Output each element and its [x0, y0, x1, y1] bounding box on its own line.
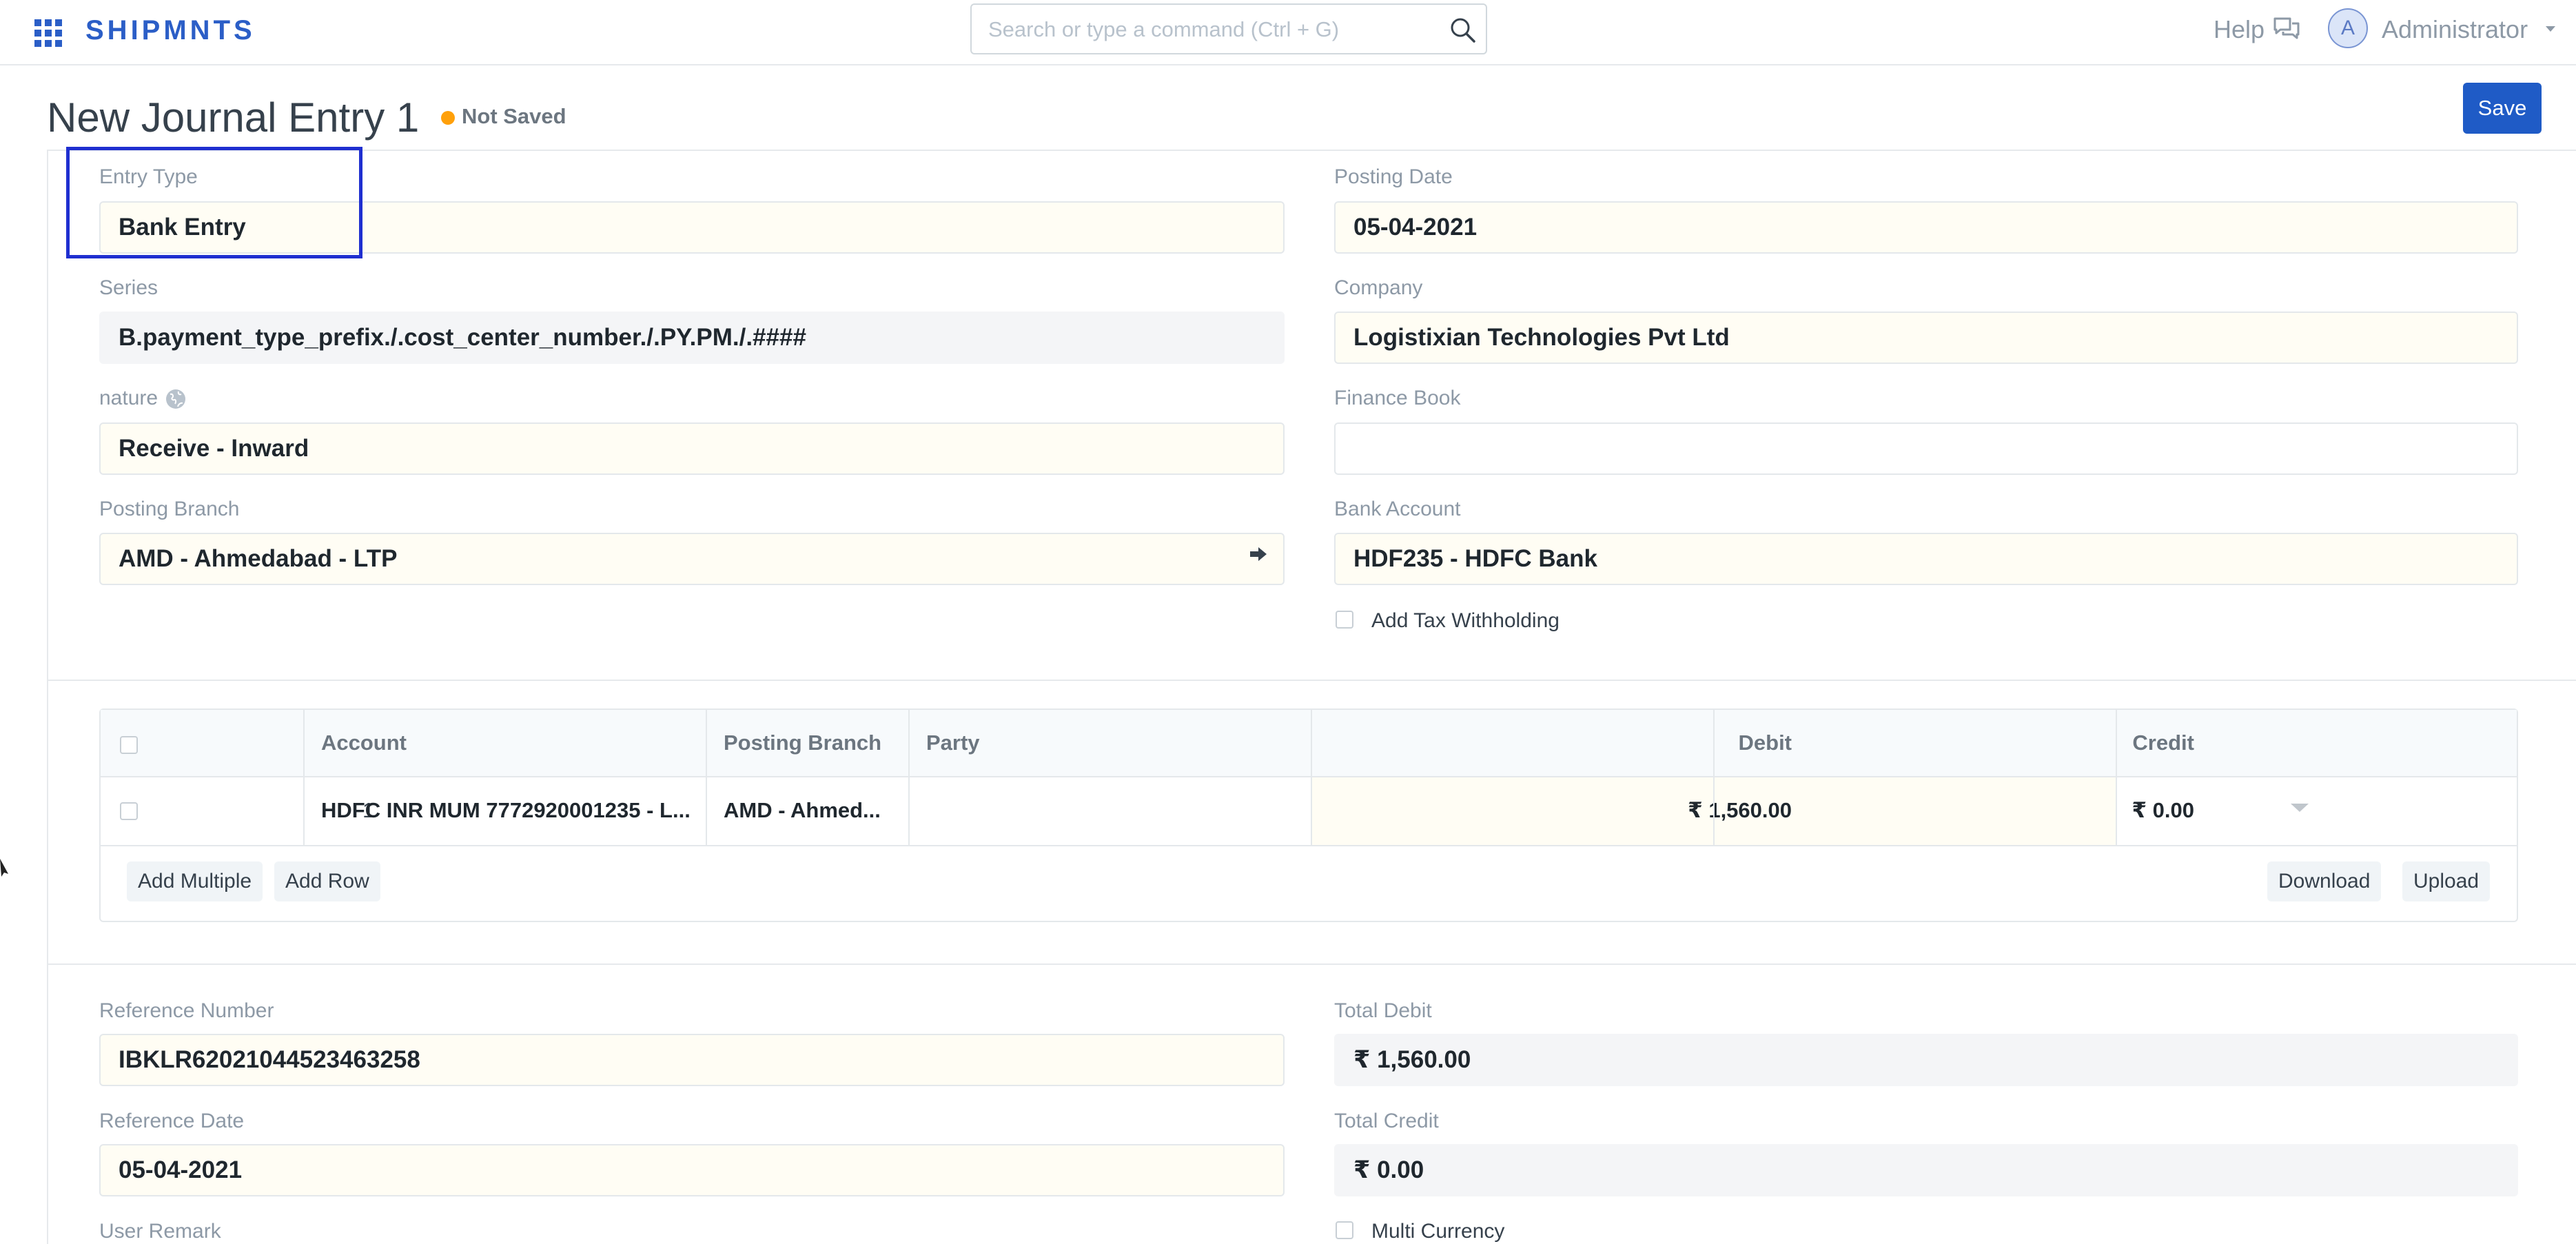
column-divider — [706, 710, 707, 846]
finance-book-label: Finance Book — [1334, 387, 1461, 409]
add-multiple-button[interactable]: Add Multiple — [127, 861, 263, 901]
row-debit[interactable]: ₹ 1,560.00 — [1327, 798, 1792, 823]
row-posting-branch[interactable]: AMD - Ahmed... — [724, 798, 910, 823]
column-divider — [1311, 710, 1312, 846]
nature-label: nature — [99, 387, 159, 409]
bank-account-link[interactable]: HDF235 - HDFC Bank — [1334, 533, 2518, 585]
select-all-checkbox[interactable] — [120, 736, 138, 754]
column-divider — [303, 710, 305, 846]
apps-grid-icon[interactable] — [34, 19, 62, 47]
awesomebar[interactable] — [970, 3, 1487, 54]
reference-number-label: Reference Number — [99, 999, 274, 1022]
arrow-right-icon[interactable] — [1249, 544, 1268, 564]
multi-currency-label: Multi Currency — [1371, 1220, 1505, 1243]
section-divider — [47, 963, 2576, 965]
search-input[interactable] — [988, 14, 1429, 45]
multi-currency-checkbox[interactable] — [1336, 1221, 1353, 1239]
series-select[interactable]: B.payment_type_prefix./.cost_center_numb… — [99, 312, 1285, 364]
add-tax-withholding-label: Add Tax Withholding — [1371, 609, 1560, 632]
add-tax-withholding-checkbox[interactable] — [1336, 611, 1353, 629]
posting-date-label: Posting Date — [1334, 165, 1453, 188]
add-row-button[interactable]: Add Row — [274, 861, 380, 901]
column-header-posting-branch: Posting Branch — [724, 731, 882, 755]
highlight-box — [66, 147, 362, 258]
help-menu[interactable]: Help — [2214, 15, 2265, 44]
bank-account-label: Bank Account — [1334, 498, 1461, 520]
posting-branch-link[interactable]: AMD - Ahmedabad - LTP — [99, 533, 1285, 585]
table-header: Account Posting Branch Party Debit Credi… — [101, 710, 2517, 777]
series-label: Series — [99, 276, 159, 299]
nature-select[interactable]: Receive - Inward — [99, 422, 1285, 475]
row-edit-toggle-icon[interactable] — [2291, 804, 2309, 812]
total-debit-label: Total Debit — [1334, 999, 1432, 1022]
page-left-border — [47, 150, 48, 1244]
reference-date-input[interactable]: 05-04-2021 — [99, 1144, 1285, 1196]
mouse-cursor-icon — [0, 859, 8, 877]
column-header-account: Account — [321, 731, 407, 755]
caret-down-icon[interactable] — [2546, 26, 2555, 32]
column-divider — [1713, 710, 1715, 846]
navbar: SHIPMNTS Help A Administrator — [0, 0, 2576, 65]
table-row[interactable]: 1 HDFC INR MUM 7772920001235 - L... AMD … — [101, 777, 2517, 846]
user-menu[interactable]: Administrator — [2382, 15, 2528, 44]
page-title: New Journal Entry 1 — [47, 94, 420, 141]
column-header-credit: Credit — [2132, 731, 2194, 755]
search-icon[interactable] — [1449, 16, 1476, 43]
globe-icon — [166, 389, 185, 409]
column-header-party: Party — [926, 731, 980, 755]
accounts-table: Account Posting Branch Party Debit Credi… — [99, 708, 2518, 922]
row-credit[interactable]: ₹ 0.00 — [1730, 798, 2194, 823]
column-divider — [2116, 710, 2117, 846]
column-header-debit: Debit — [1738, 731, 1792, 755]
company-link[interactable]: Logistixian Technologies Pvt Ltd — [1334, 312, 2518, 364]
chat-icon[interactable] — [2273, 17, 2300, 41]
section-divider — [47, 680, 2576, 681]
head-divider — [47, 150, 2576, 151]
reference-number-input[interactable]: IBKLR62021044523463258 — [99, 1034, 1285, 1086]
finance-book-input[interactable] — [1334, 422, 2518, 475]
total-credit-value: ₹ 0.00 — [1334, 1144, 2518, 1196]
column-divider — [908, 710, 910, 846]
posting-branch-label: Posting Branch — [99, 498, 240, 520]
status-badge: Not Saved — [462, 104, 566, 128]
user-remark-label: User Remark — [99, 1220, 221, 1243]
reference-date-label: Reference Date — [99, 1110, 245, 1132]
avatar[interactable]: A — [2328, 8, 2368, 48]
row-checkbox[interactable] — [120, 802, 138, 820]
download-button[interactable]: Download — [2267, 861, 2382, 901]
posting-date-input[interactable]: 05-04-2021 — [1334, 201, 2518, 254]
upload-button[interactable]: Upload — [2402, 861, 2491, 901]
brand-logo[interactable]: SHIPMNTS — [85, 15, 256, 46]
row-account[interactable]: HDFC INR MUM 7772920001235 - L... — [321, 798, 707, 823]
company-label: Company — [1334, 276, 1423, 299]
total-debit-value: ₹ 1,560.00 — [1334, 1034, 2518, 1086]
save-button[interactable]: Save — [2463, 83, 2542, 134]
total-credit-label: Total Credit — [1334, 1110, 1439, 1132]
status-indicator-dot — [441, 111, 455, 125]
